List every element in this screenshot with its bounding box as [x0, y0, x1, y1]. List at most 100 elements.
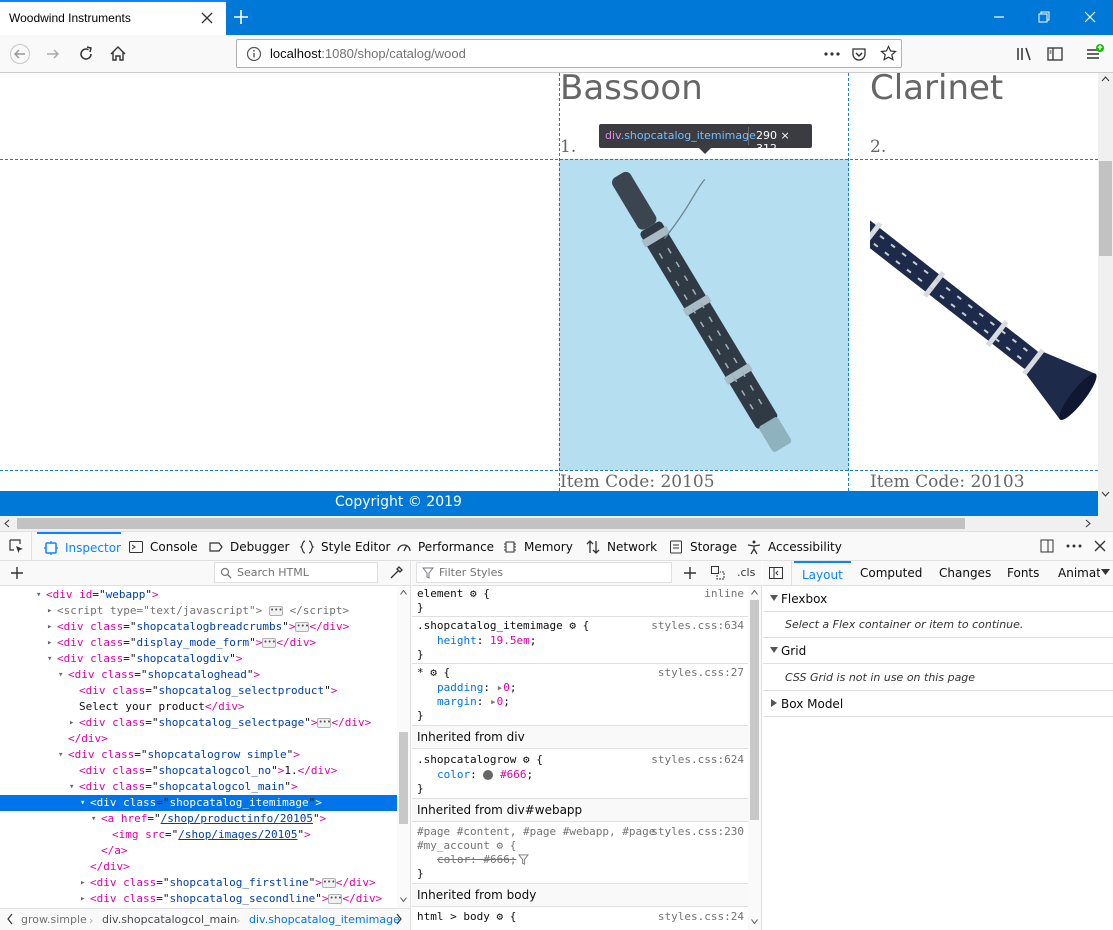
expand-triangle-icon[interactable]: ▸ [490, 695, 497, 708]
html-node-row[interactable]: ▾ <div class="shopcatalogcol_main"> [0, 779, 397, 795]
chevron-left-icon[interactable] [6, 912, 14, 926]
html-node-row[interactable]: ▾ <div class="shopcatalogdiv"> [0, 651, 397, 667]
gear-icon[interactable]: ⚙ [496, 910, 503, 923]
expand-triangle-open-icon[interactable]: ▾ [58, 747, 63, 763]
product-title[interactable]: Bassoon [560, 73, 703, 108]
chevron-down-icon[interactable] [1101, 569, 1110, 575]
expand-triangle-open-icon[interactable]: ▾ [36, 587, 41, 603]
reload-icon[interactable] [76, 44, 96, 64]
markup-scrollbar[interactable] [397, 586, 410, 908]
scroll-down-arrow-icon[interactable] [1101, 491, 1110, 497]
element-picker-icon[interactable] [8, 538, 24, 554]
rule-source[interactable]: styles.css:27 [658, 666, 744, 679]
sidebar-icon[interactable] [1045, 44, 1065, 64]
html-node-row[interactable]: ▾ <div class="shopcataloghead"> [0, 667, 397, 683]
gear-icon[interactable]: ⚙ [470, 587, 477, 600]
tab-performance[interactable]: Performance [396, 532, 494, 561]
css-value[interactable]: 0 [503, 681, 510, 694]
css-value[interactable]: #666 [483, 853, 510, 866]
menu-icon[interactable] [1084, 44, 1104, 64]
close-window-icon[interactable] [1081, 8, 1099, 26]
bassoon-image-link[interactable] [559, 159, 849, 470]
html-node-row[interactable]: Select your product</div> [0, 699, 397, 715]
close-devtools-icon[interactable] [1092, 538, 1108, 554]
expand-triangle-closed-icon[interactable]: ▸ [69, 715, 74, 731]
rule-source[interactable]: styles.css:624 [651, 753, 744, 766]
html-node-row[interactable]: <div class="shopcatalogcol_no">1.</div> [0, 763, 397, 779]
html-node-row[interactable]: ▸ <div class="shopcatalog_selectpage">•••… [0, 715, 397, 731]
minimize-icon[interactable] [990, 8, 1008, 26]
html-node-row[interactable]: ▾ <div id="webapp"> [0, 587, 397, 603]
tab-network[interactable]: Network [585, 532, 657, 561]
tab-accessibility[interactable]: Accessibility [746, 532, 842, 561]
rule-source[interactable]: inline [704, 587, 744, 600]
scroll-down-arrow-icon[interactable] [751, 919, 758, 924]
expand-triangle-closed-icon[interactable]: ▸ [47, 619, 52, 635]
tab-memory[interactable]: Memory [502, 532, 573, 561]
dock-options-icon[interactable] [1039, 538, 1055, 554]
gear-icon[interactable]: ⚙ [496, 839, 503, 852]
rule-source[interactable]: styles.css:230 [651, 825, 744, 838]
expand-triangle-open-icon[interactable]: ▾ [91, 811, 96, 827]
clarinet-image-link[interactable] [870, 159, 1098, 470]
add-node-icon[interactable] [9, 565, 25, 581]
url-bar[interactable]: localhost:1080/shop/catalog/wood [236, 39, 902, 68]
page-vertical-scrollbar[interactable] [1098, 73, 1113, 516]
chevron-right-icon[interactable] [395, 912, 403, 926]
tab-inspector[interactable]: Inspector [37, 532, 121, 561]
expand-triangle-open-icon[interactable]: ▾ [69, 779, 74, 795]
expand-triangle-open-icon[interactable]: ▾ [58, 667, 63, 683]
filter-icon[interactable] [518, 854, 529, 865]
url-text[interactable]: localhost:1080/shop/catalog/wood [270, 46, 466, 61]
scroll-thumb[interactable] [1099, 161, 1112, 256]
html-node-row[interactable]: ▾ <div class="shopcatalogrow simple"> [0, 747, 397, 763]
html-node-row[interactable]: ▸ <div class="shopcatalogbreadcrumbs">•••… [0, 619, 397, 635]
breadcrumb-item[interactable]: div.shopcatalog_itemimage [249, 913, 400, 926]
rule-source[interactable]: styles.css:634 [651, 619, 744, 632]
eyedropper-icon[interactable] [388, 565, 404, 581]
gear-icon[interactable]: ⚙ [569, 619, 576, 632]
breadcrumb-item[interactable]: grow.simple [21, 913, 87, 926]
page-horizontal-scrollbar[interactable] [0, 516, 1098, 531]
expand-triangle-open-icon[interactable]: ▾ [47, 651, 52, 667]
html-node-row[interactable]: ▾ <a href="/shop/productinfo/20105"> [0, 811, 397, 827]
grid-section-header[interactable]: Grid [763, 638, 1113, 664]
html-node-row[interactable]: ▸ <div class="shopcatalog_firstline">•••<… [0, 875, 397, 891]
tab-changes[interactable]: Changes [939, 566, 991, 580]
scroll-up-arrow-icon[interactable] [400, 590, 407, 595]
html-node-row[interactable]: </div> [0, 859, 397, 875]
html-node-row[interactable]: <img src="/shop/images/20105"> [0, 827, 397, 843]
tab-layout[interactable]: Layout [794, 561, 851, 586]
expand-triangle-closed-icon[interactable]: ▸ [47, 635, 52, 651]
css-property[interactable]: color [437, 853, 470, 866]
toggle-sidebar-icon[interactable] [768, 565, 784, 581]
scroll-thumb[interactable] [750, 600, 759, 820]
css-value[interactable]: 19.5em [490, 634, 530, 647]
html-node-row[interactable]: ▸ <script type="text/javascript"> ••• </s… [0, 603, 397, 619]
flexbox-section-header[interactable]: Flexbox [763, 586, 1113, 612]
pocket-icon[interactable] [851, 46, 867, 62]
scroll-up-arrow-icon[interactable] [1101, 76, 1110, 82]
expand-triangle-open-icon[interactable]: ▾ [80, 795, 85, 811]
tab-fonts[interactable]: Fonts [1007, 566, 1039, 580]
box-model-section-header[interactable]: Box Model [763, 691, 1113, 717]
gear-icon[interactable]: ⚙ [523, 753, 530, 766]
css-value[interactable]: #666 [500, 768, 527, 781]
restore-icon[interactable] [1035, 8, 1053, 26]
css-property[interactable]: padding [437, 681, 483, 694]
add-rule-icon[interactable] [682, 565, 698, 581]
expand-triangle-closed-icon[interactable]: ▸ [80, 875, 85, 891]
scroll-left-arrow-icon[interactable] [4, 519, 10, 528]
bookmark-star-icon[interactable] [880, 45, 897, 62]
html-node-row[interactable]: <div class="shopcatalog_selectproduct"> [0, 683, 397, 699]
html-node-row[interactable]: ▸ <div class="display_mode_form">•••</div… [0, 635, 397, 651]
expand-triangle-closed-icon[interactable]: ▸ [80, 891, 85, 907]
forward-icon[interactable] [43, 44, 63, 64]
browser-tab[interactable]: Woodwind Instruments [0, 0, 226, 35]
html-node-row[interactable]: </div> [0, 731, 397, 747]
scroll-right-arrow-icon[interactable] [1085, 519, 1091, 528]
gear-icon[interactable]: ⚙ [430, 666, 437, 679]
pseudo-class-toggle-icon[interactable] [710, 565, 726, 581]
scroll-thumb[interactable] [17, 518, 965, 529]
color-swatch[interactable] [483, 770, 494, 780]
